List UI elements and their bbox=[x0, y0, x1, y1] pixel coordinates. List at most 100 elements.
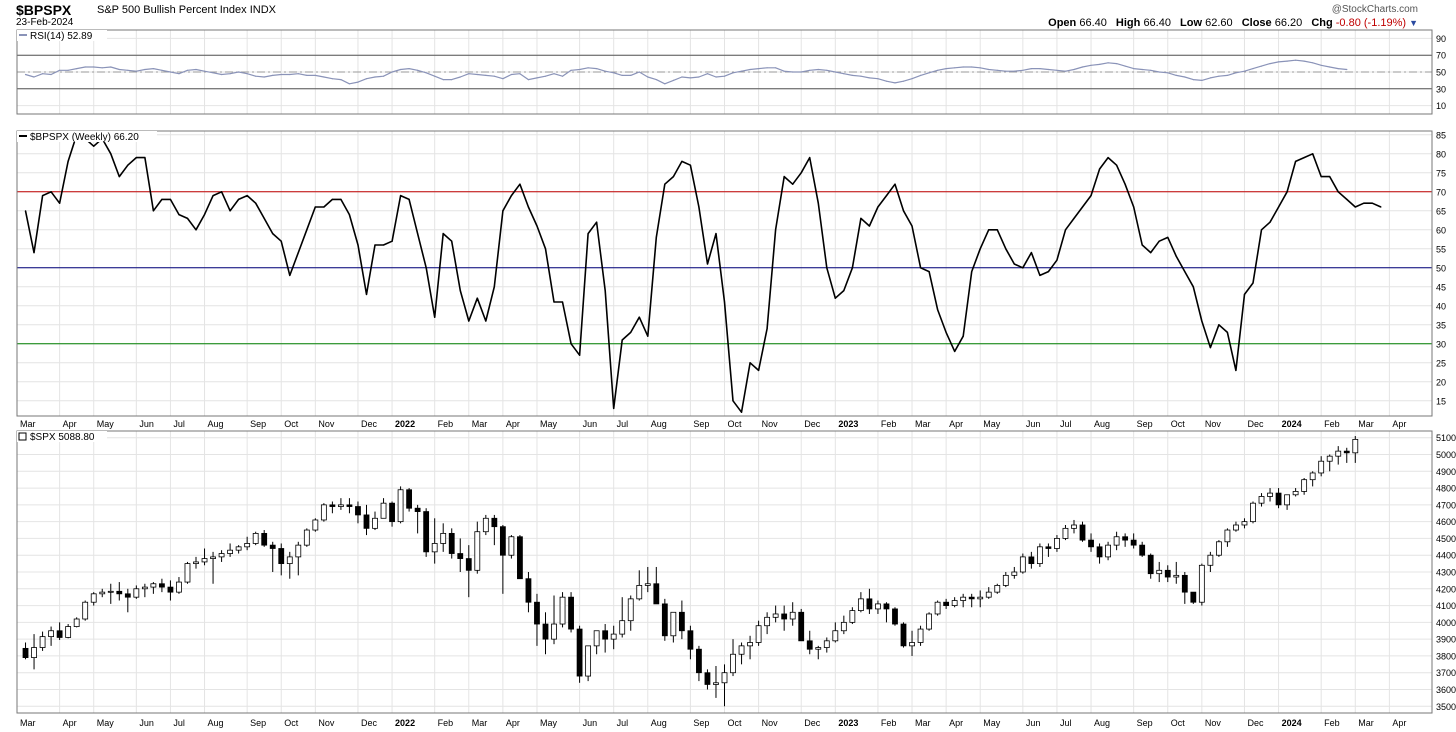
bp-x-tick-label: Sep bbox=[693, 419, 709, 429]
candle-body bbox=[1250, 502, 1256, 523]
bpspx-line-point bbox=[203, 214, 206, 216]
bp-x-tick-label: Feb bbox=[881, 419, 897, 429]
bpspx-line-point bbox=[178, 214, 180, 216]
bpspx-line-point bbox=[851, 267, 854, 269]
bpspx-line-point bbox=[493, 286, 495, 288]
spx-x-tick-label: Apr bbox=[1392, 718, 1406, 728]
bp-x-tick-label: Jun bbox=[1026, 419, 1041, 429]
rsi-line-point bbox=[1303, 60, 1305, 62]
rsi-line-point bbox=[527, 79, 530, 81]
bpspx-line-point bbox=[1371, 202, 1373, 204]
rsi-line-point bbox=[1099, 63, 1101, 65]
candle-body bbox=[704, 672, 711, 685]
candle-body bbox=[1164, 569, 1171, 578]
candle-body bbox=[90, 593, 97, 603]
candle-body bbox=[1207, 554, 1214, 566]
candle-body bbox=[823, 640, 830, 648]
rsi-line-point bbox=[902, 80, 905, 82]
candle-body bbox=[48, 630, 54, 638]
bpspx-line-point bbox=[809, 157, 811, 159]
bpspx-line-point bbox=[1064, 229, 1067, 231]
candle-body bbox=[866, 598, 873, 610]
bpspx-line-point bbox=[289, 274, 291, 276]
rsi-line-point bbox=[954, 67, 956, 69]
bpspx-line-point bbox=[962, 335, 964, 337]
rsi-line-point bbox=[1192, 79, 1194, 81]
bpspx-line-point bbox=[186, 217, 189, 219]
candle-body bbox=[747, 642, 753, 647]
rsi-line-point bbox=[255, 75, 257, 77]
bp-y-tick-label: 85 bbox=[1436, 130, 1446, 140]
rsi-line-point bbox=[178, 73, 180, 75]
bpspx-line-point bbox=[988, 229, 990, 231]
candle-body bbox=[193, 561, 199, 565]
bp-y-tick-label: 15 bbox=[1436, 396, 1446, 406]
bpspx-line-point bbox=[1243, 293, 1246, 295]
bpspx-line-point bbox=[255, 202, 257, 204]
rsi-line-point bbox=[860, 75, 862, 77]
rsi-line-point bbox=[1286, 60, 1288, 62]
candle-body bbox=[448, 532, 455, 554]
rsi-line-point bbox=[144, 68, 146, 71]
bpspx-line-point bbox=[1337, 191, 1339, 193]
rsi-line-point bbox=[544, 75, 547, 77]
rsi-line-point bbox=[698, 76, 700, 78]
bpspx-line-point bbox=[732, 400, 734, 402]
bpspx-line-point bbox=[715, 233, 717, 235]
candle-body bbox=[278, 548, 285, 565]
spx-x-tick-label: Jul bbox=[173, 718, 185, 728]
rsi-y-tick-label: 30 bbox=[1436, 84, 1446, 94]
rsi-line-point bbox=[127, 69, 129, 71]
rsi-line-point bbox=[502, 78, 504, 80]
bpspx-line-point bbox=[1022, 267, 1024, 269]
rsi-line-point bbox=[510, 73, 512, 76]
candle-body bbox=[499, 526, 506, 556]
candle-body bbox=[380, 502, 387, 519]
rsi-panel-label: RSI(14) 52.89 bbox=[30, 31, 93, 42]
candle-body bbox=[1343, 450, 1350, 454]
bp-x-tick-label: 2023 bbox=[838, 419, 858, 429]
bp-y-tick-label: 55 bbox=[1436, 244, 1446, 254]
bp-x-tick-label: Mar bbox=[915, 419, 931, 429]
bpspx-line-point bbox=[382, 244, 385, 246]
bpspx-line-point bbox=[1303, 157, 1305, 159]
bpspx-line-point bbox=[1039, 274, 1041, 276]
bpspx-line-point bbox=[1286, 191, 1288, 193]
bpspx-line-point bbox=[1269, 221, 1271, 223]
candle-body bbox=[482, 517, 489, 533]
bpspx-line-point bbox=[314, 206, 316, 208]
candle-body bbox=[619, 620, 626, 635]
candle-body bbox=[1036, 546, 1043, 565]
rsi-line-point bbox=[1337, 68, 1339, 70]
candle-body bbox=[235, 546, 242, 551]
rsi-line-point bbox=[1218, 75, 1220, 77]
candle-body bbox=[1292, 491, 1299, 496]
bp-x-tick-label: Nov bbox=[762, 419, 779, 429]
spx-x-tick-label: 2023 bbox=[838, 718, 858, 728]
rsi-line-point bbox=[945, 68, 947, 70]
bpspx-line-point bbox=[1209, 347, 1211, 349]
rsi-line-point bbox=[493, 75, 495, 77]
bpspx-line-point bbox=[400, 195, 402, 197]
bp-x-tick-label: Mar bbox=[1358, 419, 1374, 429]
spx-x-tick-label: Dec bbox=[1247, 718, 1264, 728]
rsi-line-point bbox=[766, 67, 768, 69]
grid-layer bbox=[17, 30, 1432, 713]
bp-x-tick-label: Aug bbox=[651, 419, 667, 429]
spx-y-tick-label: 4400 bbox=[1436, 551, 1456, 561]
candle-body bbox=[167, 586, 174, 593]
bpspx-line-point bbox=[792, 183, 794, 185]
spx-x-tick-label: Feb bbox=[438, 718, 454, 728]
rsi-line-point bbox=[647, 76, 649, 78]
candle-body bbox=[875, 603, 881, 610]
candle-body bbox=[1105, 544, 1111, 558]
bp-x-tick-label: Jul bbox=[1060, 419, 1072, 429]
rsi-y-tick-label: 70 bbox=[1436, 51, 1446, 61]
candle-body bbox=[1267, 492, 1273, 497]
bpspx-line-point bbox=[1167, 236, 1169, 238]
rsi-line-point bbox=[996, 69, 998, 71]
rsi-line-point bbox=[374, 76, 376, 78]
bpspx-line-point bbox=[1099, 168, 1101, 170]
spx-x-tick-label: Mar bbox=[472, 718, 488, 728]
bp-x-tick-label: Aug bbox=[1094, 419, 1110, 429]
